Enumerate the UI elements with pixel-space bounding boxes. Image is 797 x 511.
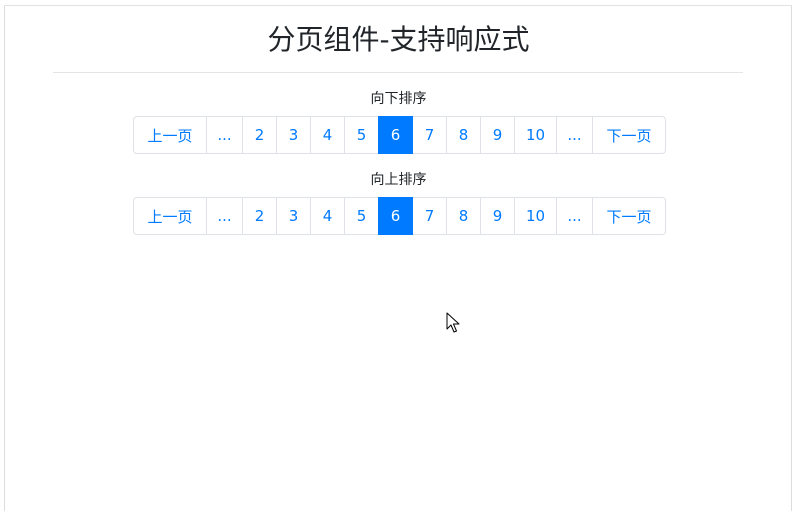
page-button-8[interactable]: 8 <box>446 197 481 235</box>
page-button-5[interactable]: 5 <box>344 197 379 235</box>
page-button-5[interactable]: 5 <box>344 116 379 154</box>
page-button-6-active[interactable]: 6 <box>378 116 413 154</box>
page-button-4[interactable]: 4 <box>310 116 345 154</box>
page-button-4[interactable]: 4 <box>310 197 345 235</box>
page-ellipsis-start[interactable]: ... <box>206 116 243 154</box>
page-button-2[interactable]: 2 <box>242 197 277 235</box>
pagination-sort-up: 上一页 ... 2 3 4 5 6 7 8 9 10 ... 下一页 <box>133 197 666 235</box>
page-button-7[interactable]: 7 <box>412 197 447 235</box>
next-page-button[interactable]: 下一页 <box>592 116 666 154</box>
page-frame <box>4 5 792 511</box>
page-button-9[interactable]: 9 <box>480 116 515 154</box>
page-button-8[interactable]: 8 <box>446 116 481 154</box>
page-ellipsis-end[interactable]: ... <box>556 116 593 154</box>
section-label-sort-down: 向下排序 <box>370 91 427 107</box>
title-divider <box>53 72 743 73</box>
next-page-button[interactable]: 下一页 <box>592 197 666 235</box>
prev-page-button[interactable]: 上一页 <box>133 197 207 235</box>
page-button-3[interactable]: 3 <box>276 197 311 235</box>
section-label-sort-up: 向上排序 <box>370 172 427 188</box>
page-button-9[interactable]: 9 <box>480 197 515 235</box>
page-button-10[interactable]: 10 <box>514 116 557 154</box>
page-ellipsis-start[interactable]: ... <box>206 197 243 235</box>
page-button-3[interactable]: 3 <box>276 116 311 154</box>
mouse-pointer-icon <box>446 312 460 333</box>
page-button-2[interactable]: 2 <box>242 116 277 154</box>
page-title: 分页组件-支持响应式 <box>267 23 530 56</box>
prev-page-button[interactable]: 上一页 <box>133 116 207 154</box>
page-button-10[interactable]: 10 <box>514 197 557 235</box>
page-ellipsis-end[interactable]: ... <box>556 197 593 235</box>
page-button-6-active[interactable]: 6 <box>378 197 413 235</box>
page-button-7[interactable]: 7 <box>412 116 447 154</box>
pagination-sort-down: 上一页 ... 2 3 4 5 6 7 8 9 10 ... 下一页 <box>133 116 666 154</box>
